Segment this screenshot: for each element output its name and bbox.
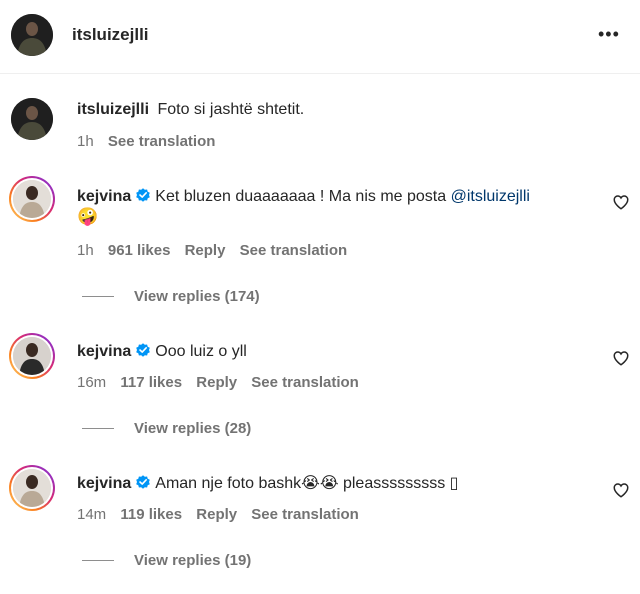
verified-badge-icon [136, 188, 151, 202]
view-replies-button[interactable]: View replies (19) [134, 552, 251, 569]
view-replies-button[interactable]: View replies (174) [134, 288, 260, 305]
avatar[interactable] [9, 333, 55, 379]
timestamp[interactable]: 1h [77, 242, 94, 259]
avatar[interactable] [11, 14, 53, 56]
avatar[interactable] [11, 98, 53, 140]
timestamp[interactable]: 14m [77, 506, 106, 523]
caption-text: Foto si jashtë shtetit. [157, 101, 305, 118]
verified-badge-icon [136, 475, 151, 489]
see-translation-button[interactable]: See translation [251, 374, 359, 391]
like-heart-icon[interactable] [612, 349, 630, 367]
avatar[interactable] [9, 465, 55, 511]
see-translation-button[interactable]: See translation [240, 242, 348, 259]
comment-username[interactable]: kejvina [77, 343, 131, 360]
profile-photo-icon [11, 14, 53, 56]
profile-photo-icon [13, 337, 51, 375]
caption-meta: 1h See translation [77, 133, 225, 150]
comment-text: Ooo luiz o yll [155, 343, 247, 360]
caption-username[interactable]: itsluizejlli [77, 101, 149, 118]
replies-divider [82, 428, 114, 429]
likes-count[interactable]: 961 likes [108, 242, 171, 259]
replies-divider [82, 560, 114, 561]
more-options-icon[interactable]: ••• [598, 24, 620, 45]
view-replies-button[interactable]: View replies (28) [134, 420, 251, 437]
comment-username[interactable]: kejvina [77, 188, 131, 205]
comment-emoji: 🤪 [77, 207, 99, 226]
profile-photo-icon [13, 469, 51, 507]
see-translation-button[interactable]: See translation [108, 133, 216, 150]
reply-button[interactable]: Reply [196, 506, 237, 523]
avatar[interactable] [9, 176, 55, 222]
timestamp[interactable]: 1h [77, 133, 94, 150]
comment-meta: 1h 961 likes Reply See translation [77, 242, 357, 259]
like-heart-icon[interactable] [612, 193, 630, 211]
verified-badge-icon [136, 343, 151, 357]
comment-text: Aman nje foto bashk [155, 475, 302, 492]
likes-count[interactable]: 119 likes [120, 506, 182, 523]
comment-text-after: pleasssssssss ▯ [338, 475, 459, 492]
comment-meta: 16m 117 likes Reply See translation [77, 374, 369, 391]
see-translation-button[interactable]: See translation [251, 506, 359, 523]
post-header: itsluizejlli ••• [0, 0, 640, 74]
reply-button[interactable]: Reply [196, 374, 237, 391]
profile-photo-icon [13, 180, 51, 218]
mention-link[interactable]: @itsluizejlli [451, 188, 530, 205]
comment-username[interactable]: kejvina [77, 475, 131, 492]
header-username[interactable]: itsluizejlli [72, 25, 149, 45]
replies-divider [82, 296, 114, 297]
comment-text: Ket bluzen duaaaaaaa ! Ma nis me posta [155, 188, 447, 205]
timestamp[interactable]: 16m [77, 374, 106, 391]
comment-meta: 14m 119 likes Reply See translation [77, 506, 369, 523]
likes-count[interactable]: 117 likes [120, 374, 182, 391]
reply-button[interactable]: Reply [185, 242, 226, 259]
like-heart-icon[interactable] [612, 481, 630, 499]
profile-photo-icon [11, 98, 53, 140]
comment-emoji: 😭😭 [301, 475, 339, 492]
